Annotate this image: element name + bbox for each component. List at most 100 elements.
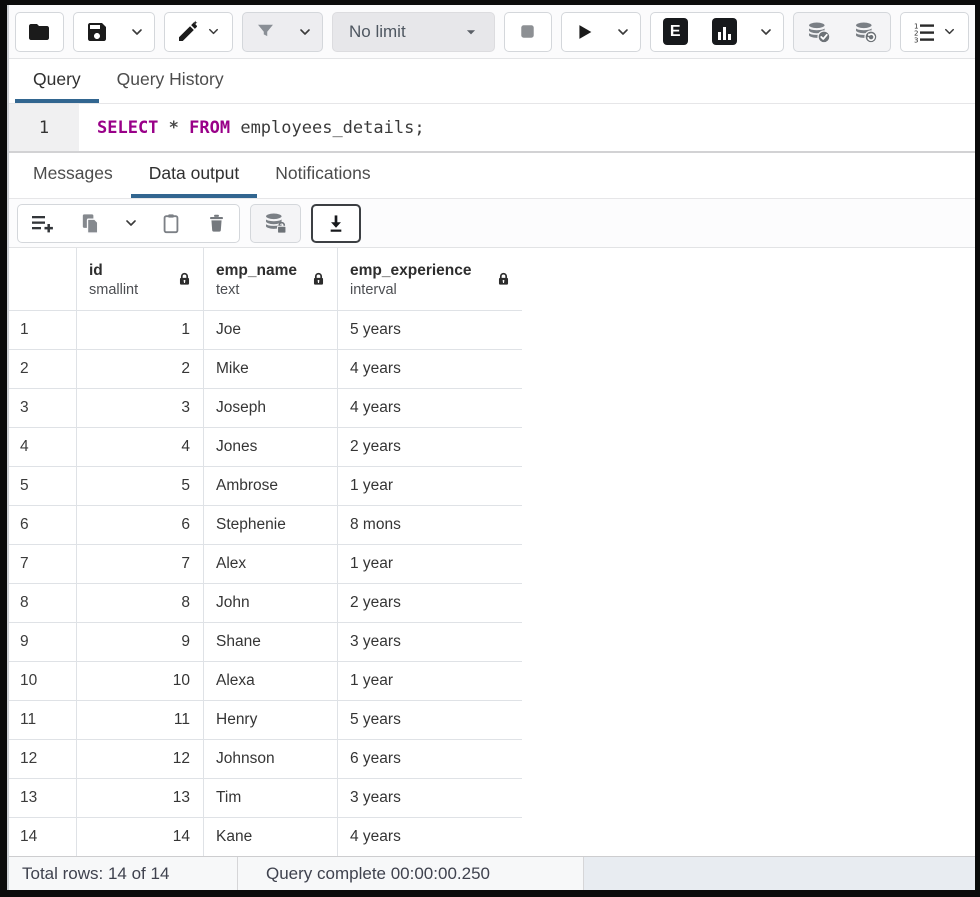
commit-button[interactable]	[794, 13, 842, 51]
explain-analyze-button[interactable]	[700, 13, 749, 51]
cell-id[interactable]: 13	[77, 779, 204, 818]
download-button[interactable]	[313, 206, 359, 241]
row-number[interactable]: 11	[9, 701, 77, 740]
row-number[interactable]: 13	[9, 779, 77, 818]
save-file-button[interactable]	[74, 13, 120, 51]
sql-code-line[interactable]: SELECT * FROM employees_details;	[79, 104, 425, 151]
cell-emp-experience[interactable]: 2 years	[338, 428, 522, 467]
cell-emp-experience[interactable]: 1 year	[338, 662, 522, 701]
cell-emp-experience[interactable]: 5 years	[338, 701, 522, 740]
cell-id[interactable]: 11	[77, 701, 204, 740]
row-number[interactable]: 2	[9, 350, 77, 389]
cell-emp-experience[interactable]: 2 years	[338, 584, 522, 623]
cell-emp-name[interactable]: Henry	[204, 701, 338, 740]
tab-notifications[interactable]: Notifications	[257, 153, 388, 198]
cell-emp-name[interactable]: Mike	[204, 350, 338, 389]
download-icon	[325, 212, 347, 235]
cell-emp-name[interactable]: Shane	[204, 623, 338, 662]
cell-id[interactable]: 10	[77, 662, 204, 701]
row-number[interactable]: 6	[9, 506, 77, 545]
select-all-corner[interactable]	[9, 248, 77, 311]
explain-button[interactable]: E	[651, 13, 700, 51]
save-options-button[interactable]	[120, 13, 154, 51]
tab-data-output[interactable]: Data output	[131, 153, 257, 198]
edit-group	[164, 12, 233, 52]
row-number[interactable]: 8	[9, 584, 77, 623]
cell-emp-experience[interactable]: 3 years	[338, 623, 522, 662]
cell-emp-name[interactable]: Alexa	[204, 662, 338, 701]
execute-options-button[interactable]	[606, 13, 640, 51]
cell-id[interactable]: 7	[77, 545, 204, 584]
save-data-button[interactable]	[251, 205, 300, 242]
cell-id[interactable]: 6	[77, 506, 204, 545]
filter-button[interactable]	[243, 13, 288, 51]
row-limit-select[interactable]: No limit	[332, 12, 495, 52]
cell-emp-experience[interactable]: 6 years	[338, 740, 522, 779]
cell-id[interactable]: 14	[77, 818, 204, 856]
column-header-emp-experience[interactable]: emp_experience interval	[338, 248, 522, 311]
rollback-button[interactable]	[842, 13, 890, 51]
trash-icon	[206, 212, 227, 234]
column-header-id[interactable]: id smallint	[77, 248, 204, 311]
cell-id[interactable]: 4	[77, 428, 204, 467]
cell-id[interactable]: 12	[77, 740, 204, 779]
data-output-toolbar	[9, 199, 975, 248]
cell-id[interactable]: 1	[77, 311, 204, 350]
row-number[interactable]: 5	[9, 467, 77, 506]
paste-button[interactable]	[148, 205, 194, 242]
cell-id[interactable]: 8	[77, 584, 204, 623]
cell-emp-experience[interactable]: 3 years	[338, 779, 522, 818]
cell-emp-name[interactable]: Stephenie	[204, 506, 338, 545]
table-row: 14 14 Kane 4 years	[9, 818, 521, 856]
filter-options-button[interactable]	[288, 13, 322, 51]
cell-emp-name[interactable]: Johnson	[204, 740, 338, 779]
tab-query-history[interactable]: Query History	[99, 59, 242, 103]
stop-icon	[516, 20, 539, 43]
tab-query[interactable]: Query	[15, 59, 99, 103]
cell-emp-name[interactable]: Alex	[204, 545, 338, 584]
delete-row-button[interactable]	[194, 205, 239, 242]
cell-emp-name[interactable]: Tim	[204, 779, 338, 818]
copy-button[interactable]	[67, 205, 114, 242]
column-header-emp-name[interactable]: emp_name text	[204, 248, 338, 311]
cell-emp-experience[interactable]: 8 mons	[338, 506, 522, 545]
row-number[interactable]: 3	[9, 389, 77, 428]
cell-emp-experience[interactable]: 4 years	[338, 350, 522, 389]
cell-emp-name[interactable]: Joe	[204, 311, 338, 350]
tab-messages[interactable]: Messages	[15, 153, 131, 198]
cell-emp-name[interactable]: Ambrose	[204, 467, 338, 506]
cell-id[interactable]: 2	[77, 350, 204, 389]
row-number[interactable]: 10	[9, 662, 77, 701]
explain-options-button[interactable]	[749, 13, 783, 51]
add-row-button[interactable]	[18, 205, 67, 242]
cell-emp-experience[interactable]: 1 year	[338, 545, 522, 584]
svg-text:3: 3	[914, 36, 918, 42]
macro-button[interactable]: 1 2 3	[901, 13, 968, 51]
copy-options-button[interactable]	[114, 205, 148, 242]
cell-id[interactable]: 5	[77, 467, 204, 506]
open-file-button[interactable]	[16, 13, 63, 51]
cell-emp-experience[interactable]: 4 years	[338, 818, 522, 856]
row-number[interactable]: 9	[9, 623, 77, 662]
edit-button[interactable]	[165, 13, 232, 51]
row-number[interactable]: 1	[9, 311, 77, 350]
cell-emp-experience[interactable]: 1 year	[338, 467, 522, 506]
stop-group	[504, 12, 552, 52]
sql-editor[interactable]: 1 SELECT * FROM employees_details;	[9, 104, 975, 153]
column-name: id	[89, 260, 138, 282]
cell-id[interactable]: 9	[77, 623, 204, 662]
row-number[interactable]: 4	[9, 428, 77, 467]
stop-button[interactable]	[505, 13, 551, 51]
row-number[interactable]: 12	[9, 740, 77, 779]
cell-id[interactable]: 3	[77, 389, 204, 428]
commit-icon	[806, 20, 831, 44]
cell-emp-experience[interactable]: 4 years	[338, 389, 522, 428]
cell-emp-name[interactable]: Joseph	[204, 389, 338, 428]
row-number[interactable]: 7	[9, 545, 77, 584]
execute-button[interactable]	[562, 13, 606, 51]
cell-emp-experience[interactable]: 5 years	[338, 311, 522, 350]
cell-emp-name[interactable]: Jones	[204, 428, 338, 467]
row-number[interactable]: 14	[9, 818, 77, 856]
cell-emp-name[interactable]: John	[204, 584, 338, 623]
cell-emp-name[interactable]: Kane	[204, 818, 338, 856]
